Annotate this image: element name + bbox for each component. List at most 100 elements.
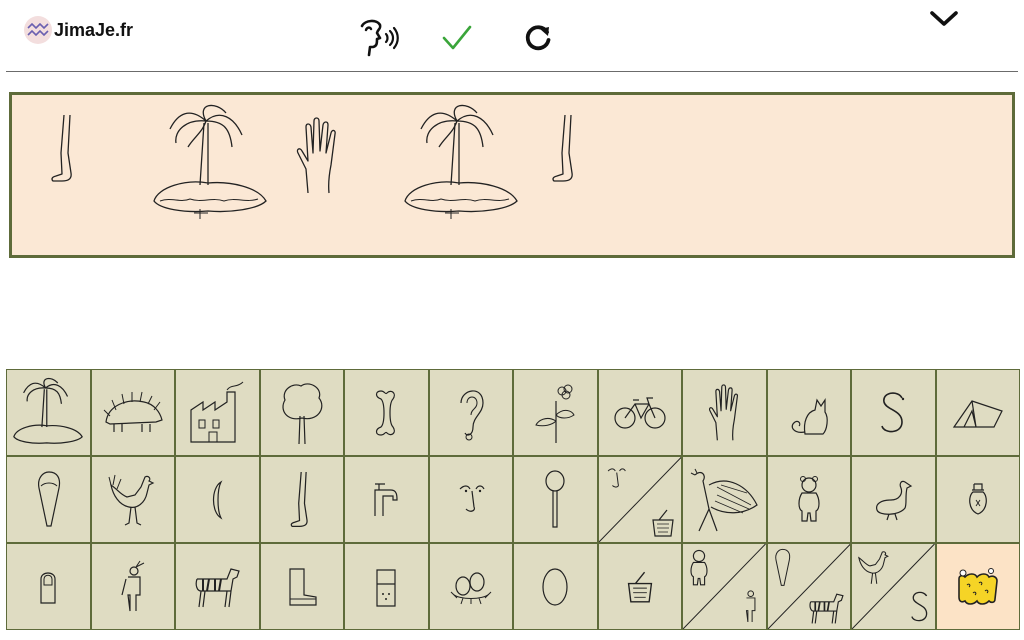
key-palm-island[interactable] — [6, 369, 91, 456]
key-hand[interactable] — [682, 369, 767, 456]
key-peacock[interactable] — [682, 456, 767, 543]
palm-island-icon — [404, 104, 518, 219]
lollipop-icon — [545, 469, 565, 528]
key-boot[interactable] — [259, 543, 344, 630]
leg-icon — [51, 114, 72, 182]
snake-s-icon — [910, 591, 927, 622]
zebra-icon — [195, 567, 241, 607]
bicycle-icon — [614, 396, 666, 429]
key-sponge[interactable] — [935, 543, 1020, 630]
snake-s-icon — [881, 391, 905, 432]
tree-icon — [282, 382, 323, 444]
checkmark-icon — [442, 25, 472, 50]
sentence-area[interactable] — [9, 92, 1015, 258]
palm-island-icon — [153, 104, 267, 219]
lightbulb-icon — [968, 482, 987, 515]
zebra-icon — [809, 593, 844, 624]
ear-icon — [460, 389, 484, 440]
factory-icon — [190, 381, 244, 443]
key-tent[interactable] — [935, 369, 1020, 456]
native-person-icon — [121, 560, 144, 611]
sentence-word-hand[interactable] — [294, 117, 340, 200]
key-flower[interactable] — [513, 369, 598, 456]
key-rooster-and-snake[interactable] — [851, 543, 936, 630]
goose-icon — [876, 480, 913, 520]
bear-icon — [690, 549, 708, 586]
nail-finger-icon — [774, 548, 790, 586]
key-fingernail[interactable] — [6, 543, 91, 630]
rooster-icon — [858, 551, 889, 584]
app: JimaJe.fr — [0, 0, 1024, 640]
moon-icon — [213, 479, 223, 520]
tent-icon — [952, 399, 1003, 428]
key-ear[interactable] — [428, 369, 513, 456]
hedgehog-icon — [103, 391, 163, 432]
key-bear[interactable] — [766, 456, 851, 543]
sentence-word-leg[interactable] — [48, 113, 82, 190]
cat-icon — [791, 397, 828, 435]
fingernail-icon — [40, 571, 56, 604]
speaking-head-icon — [360, 19, 399, 57]
key-leg[interactable] — [259, 456, 344, 543]
key-egg[interactable] — [513, 543, 598, 630]
symbol-keyboard — [6, 369, 1020, 630]
key-nose-face[interactable] — [428, 456, 513, 543]
pot-icon — [627, 571, 652, 603]
key-pot[interactable] — [597, 543, 682, 630]
waves-icon — [24, 16, 52, 44]
menu-toggle-button[interactable] — [918, 0, 970, 44]
bear-icon — [798, 475, 820, 522]
key-zebra[interactable] — [175, 543, 260, 630]
key-bicycle[interactable] — [597, 369, 682, 456]
key-snake-s[interactable] — [851, 369, 936, 456]
hand-icon — [296, 117, 336, 194]
flower-icon — [535, 384, 575, 443]
native-person-icon — [745, 590, 755, 623]
reset-button[interactable] — [512, 12, 564, 64]
key-tap[interactable] — [344, 456, 429, 543]
logo[interactable]: JimaJe.fr — [24, 16, 133, 44]
sponge-icon — [957, 567, 998, 605]
pot-icon — [652, 509, 674, 537]
bone-icon — [376, 389, 396, 436]
key-bone[interactable] — [344, 369, 429, 456]
leg-icon — [552, 114, 573, 182]
key-rooster[interactable] — [90, 456, 175, 543]
header: JimaJe.fr — [0, 0, 1024, 72]
box-icon — [376, 568, 396, 607]
sentence-word-palm-island[interactable] — [150, 103, 270, 226]
key-native-person[interactable] — [90, 543, 175, 630]
key-factory[interactable] — [175, 369, 260, 456]
key-nail-finger[interactable] — [6, 456, 91, 543]
key-bear-and-person[interactable] — [682, 543, 767, 630]
eggs-in-nest-icon — [450, 571, 492, 604]
key-goose[interactable] — [851, 456, 936, 543]
speak-button[interactable] — [352, 12, 404, 64]
egg-icon — [542, 567, 568, 606]
key-eggs-in-nest[interactable] — [428, 543, 513, 630]
leg-icon — [290, 471, 308, 527]
sentence-word-leg[interactable] — [549, 113, 583, 190]
key-nail-and-zebra[interactable] — [766, 543, 851, 630]
hand-icon — [709, 383, 739, 440]
validate-button[interactable] — [431, 12, 483, 64]
key-lollipop[interactable] — [513, 456, 598, 543]
key-cat[interactable] — [766, 369, 851, 456]
rooster-icon — [108, 474, 155, 526]
refresh-icon — [525, 25, 551, 51]
nose-face-icon — [607, 468, 626, 488]
boot-icon — [289, 567, 317, 606]
key-lightbulb[interactable] — [935, 456, 1020, 543]
header-divider — [6, 71, 1018, 72]
key-tree[interactable] — [259, 369, 344, 456]
sentence-word-palm-island[interactable] — [401, 103, 521, 226]
peacock-icon — [691, 468, 759, 531]
key-hedgehog[interactable] — [90, 369, 175, 456]
nose-face-icon — [459, 484, 485, 512]
nail-finger-icon — [38, 470, 61, 527]
key-moon[interactable] — [175, 456, 260, 543]
tap-icon — [374, 482, 398, 516]
key-nose-face-and-pot[interactable] — [597, 456, 682, 543]
key-box[interactable] — [344, 543, 429, 630]
palm-island-icon — [13, 377, 84, 444]
